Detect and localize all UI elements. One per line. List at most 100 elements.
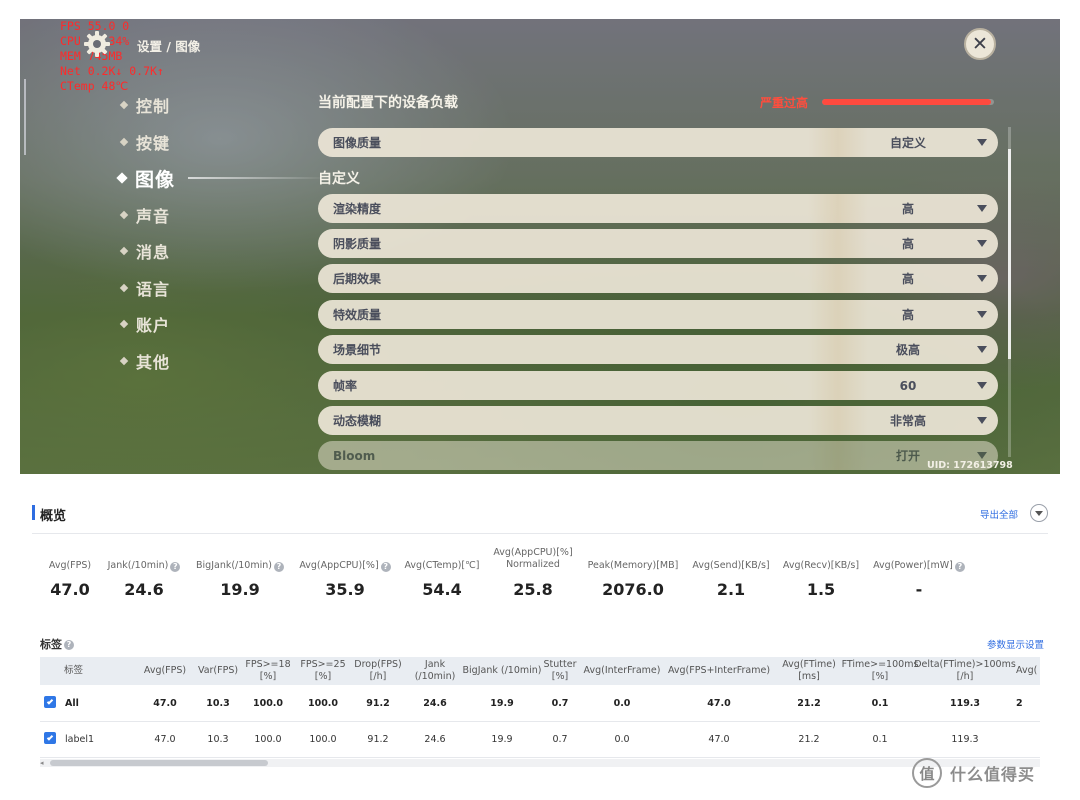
setting-label: 图像质量 — [333, 136, 382, 150]
watermark: 值 什么值得买 — [912, 758, 1035, 788]
setting-render-resolution[interactable]: 渲染精度 高 — [318, 194, 998, 223]
nav-item-sound[interactable]: 声音 — [118, 197, 175, 234]
stat-label: Avg(CTemp)[℃] — [404, 560, 480, 571]
row-divider — [40, 757, 1040, 758]
stat-avg-appcpu: Avg(AppCPU)[%]? 35.9 — [292, 546, 398, 599]
nav-item-keys[interactable]: 按键 — [118, 124, 175, 161]
stat-label: Jank(/10min) — [107, 560, 169, 571]
table-cell: 0.0 — [613, 697, 631, 709]
dropdown-caret-icon — [977, 139, 987, 146]
stat-value: 54.4 — [422, 580, 462, 599]
row-tag-name: All — [65, 697, 79, 709]
settings-scroll-thumb[interactable] — [1008, 149, 1011, 359]
column-header[interactable]: Avg(FPS) — [135, 657, 195, 685]
setting-shadow-quality[interactable]: 阴影质量 高 — [318, 229, 998, 258]
setting-label: 阴影质量 — [333, 237, 382, 251]
setting-effects-quality[interactable]: 特效质量 高 — [318, 300, 998, 329]
column-header[interactable]: Avg(InterFrame) — [578, 657, 666, 685]
overlay-net: Net 0.2K↓ 0.7K↑ — [60, 64, 164, 78]
gear-icon — [84, 31, 110, 57]
table-hscroll-thumb[interactable] — [50, 760, 268, 766]
nav-item-label: 图像 — [135, 168, 176, 191]
table-cell: 24.6 — [423, 697, 447, 709]
setting-value: 非常高 — [889, 414, 926, 428]
table-cell: 19.9 — [490, 697, 514, 709]
export-all-link[interactable]: 导出全部 — [980, 507, 1018, 521]
nav-item-graphics[interactable]: 图像 — [116, 160, 329, 197]
close-button[interactable]: ✕ — [964, 28, 996, 60]
stat-avg-ctemp: Avg(CTemp)[℃] 54.4 — [398, 546, 486, 599]
table-cell: 0.0 — [614, 733, 630, 745]
column-header[interactable]: 标签 — [40, 657, 135, 685]
table-cell: 2 — [1016, 697, 1023, 709]
column-header[interactable]: FPS>=25 [%] — [296, 657, 350, 685]
stat-label: Avg(Power)[mW] — [873, 560, 953, 571]
setting-motion-blur[interactable]: 动态模糊 非常高 — [318, 406, 998, 435]
setting-value: 自定义 — [889, 136, 926, 150]
nav-item-label: 控制 — [136, 97, 171, 117]
column-header[interactable]: Jank (/10min) — [408, 657, 462, 685]
dropdown-caret-icon — [977, 382, 987, 389]
column-header[interactable]: BigJank (/10min) — [462, 657, 542, 685]
row-tag-name: label1 — [65, 733, 95, 745]
setting-label: 场景细节 — [333, 343, 382, 357]
stat-label: Avg(Recv)[KB/s] — [782, 560, 860, 571]
setting-image-quality[interactable]: 图像质量 自定义 — [318, 128, 998, 157]
nav-item-label: 消息 — [136, 243, 171, 263]
table-cell: 91.2 — [367, 733, 389, 745]
help-icon[interactable]: ? — [954, 562, 965, 572]
column-header[interactable]: Var(FPS) — [194, 657, 242, 685]
stat-label: Avg(AppCPU)[%] — [299, 560, 379, 571]
column-header[interactable]: Avg( — [1016, 657, 1040, 685]
stat-value: 35.9 — [325, 580, 365, 599]
tags-title: 标签? — [40, 636, 74, 652]
column-header[interactable]: Stutter [%] — [542, 657, 578, 685]
help-icon[interactable]: ? — [380, 562, 391, 572]
stat-value: 19.9 — [220, 580, 260, 599]
help-icon[interactable]: ? — [273, 562, 284, 572]
stat-avg-power: Avg(Power)[mW]? - — [866, 546, 972, 599]
nav-item-account[interactable]: 账户 — [118, 306, 175, 343]
param-display-settings-link[interactable]: 参数显示设置 — [987, 637, 1044, 651]
stat-peak-memory: Peak(Memory)[MB] 2076.0 — [580, 546, 686, 599]
stat-label: Peak(Memory)[MB] — [587, 560, 679, 571]
column-header[interactable]: Drop(FPS) [/h] — [350, 657, 406, 685]
row-checkbox[interactable] — [44, 732, 56, 744]
table-cell: 0.7 — [552, 733, 568, 745]
stat-label: BigJank(/10min) — [196, 560, 272, 571]
stat-value: 25.8 — [513, 580, 553, 599]
row-checkbox[interactable] — [44, 696, 56, 708]
custom-heading: 自定义 — [318, 171, 360, 187]
column-header[interactable]: FPS>=18 [%] — [240, 657, 296, 685]
scroll-left-icon[interactable]: ◂ — [40, 759, 44, 767]
table-cell: 47.0 — [154, 733, 176, 745]
setting-bloom[interactable]: Bloom 打开 — [318, 441, 998, 470]
column-header[interactable]: Avg(FTime) [ms] — [772, 657, 846, 685]
table-cell: 21.2 — [798, 733, 820, 745]
column-header[interactable]: FTime>=100ms [%] — [842, 657, 919, 685]
nav-item-language[interactable]: 语言 — [118, 270, 175, 307]
setting-label: 帧率 — [333, 379, 358, 393]
nav-item-label: 按键 — [136, 133, 171, 153]
table-cell — [1016, 721, 1040, 757]
section-accent-bar — [32, 505, 35, 520]
column-header[interactable]: Delta(FTime)>100ms [/h] — [914, 657, 1016, 685]
game-settings-screenshot: FPS 55.0 0 CPU ?% 34% MEM 745MB Net 0.2K… — [20, 19, 1060, 474]
nav-item-other[interactable]: 其他 — [118, 343, 175, 380]
table-cell: 10.3 — [207, 733, 229, 745]
collapse-toggle-button[interactable] — [1030, 504, 1048, 522]
help-icon[interactable]: ? — [64, 640, 74, 650]
settings-side-nav: 控制 按键 图像 声音 消息 语言 账户 其他 — [116, 87, 329, 380]
stat-avg-fps: Avg(FPS) 47.0 — [40, 546, 100, 599]
column-header[interactable]: Avg(FPS+InterFrame) — [666, 657, 772, 685]
stat-value: - — [915, 580, 923, 599]
diamond-bullet-icon — [119, 137, 129, 146]
nav-item-messages[interactable]: 消息 — [118, 233, 175, 270]
setting-frame-rate[interactable]: 帧率 60 — [318, 371, 998, 400]
help-icon[interactable]: ? — [170, 562, 181, 572]
setting-label: Bloom — [333, 448, 376, 463]
tags-title-text: 标签 — [40, 638, 62, 651]
setting-scene-detail[interactable]: 场景细节 极高 — [318, 335, 998, 364]
nav-item-control[interactable]: 控制 — [118, 87, 175, 124]
setting-post-processing[interactable]: 后期效果 高 — [318, 264, 998, 293]
